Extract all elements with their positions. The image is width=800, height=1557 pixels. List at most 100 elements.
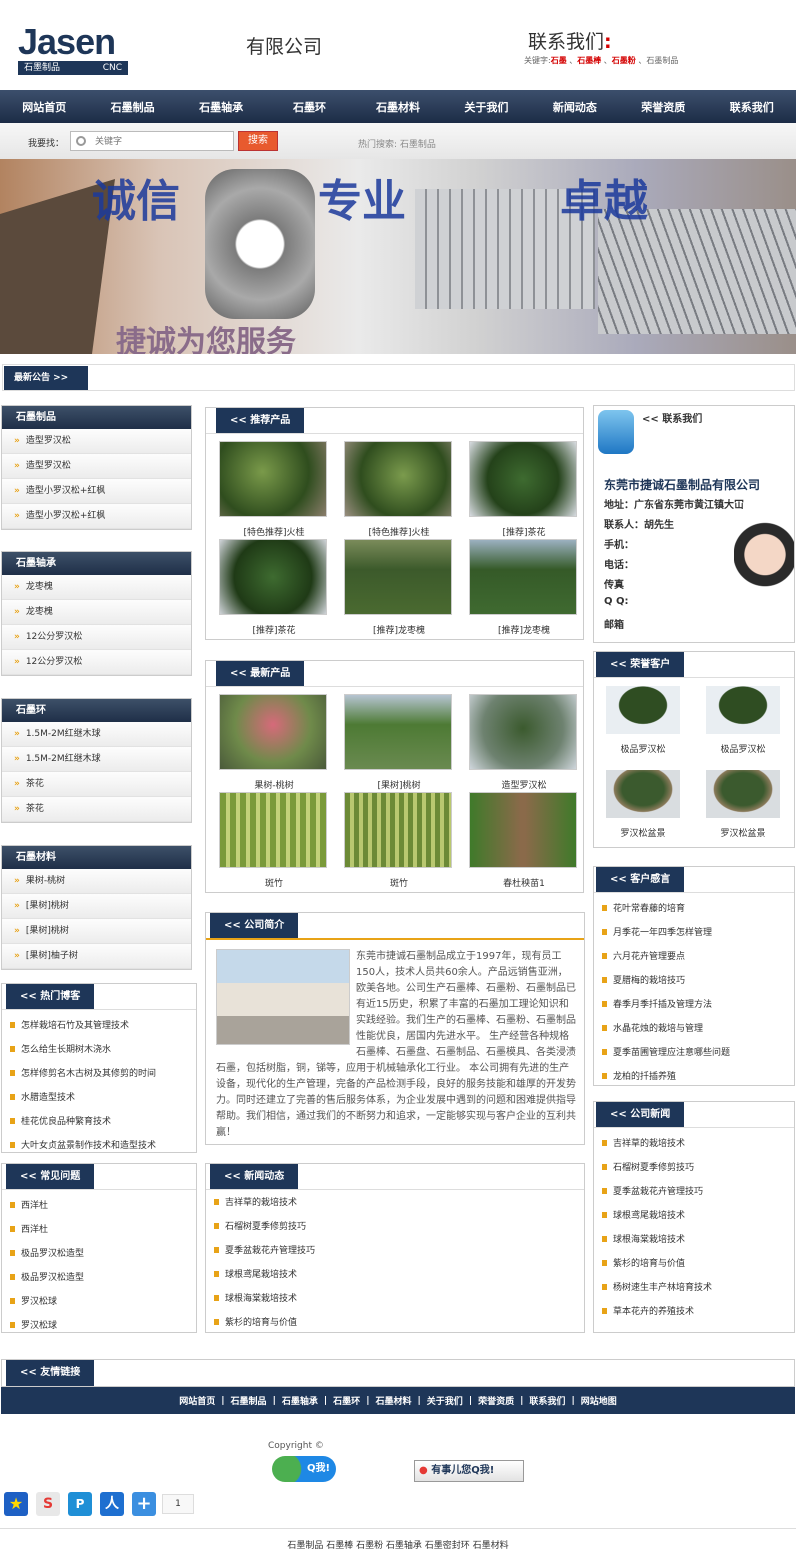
footer-link[interactable]: 联系我们 — [529, 1394, 565, 1407]
footer-link[interactable]: 网站地图 — [581, 1394, 617, 1407]
category-item[interactable]: » 果树-桃树 — [2, 869, 191, 894]
product-caption[interactable]: [推荐]茶花 — [462, 525, 586, 538]
product-image[interactable] — [469, 441, 577, 517]
client-caption[interactable]: 罗汉松盆景 — [698, 826, 788, 839]
list-item[interactable]: 水晶花烛的栽培与管理 — [602, 1021, 703, 1034]
category-item[interactable]: » 龙枣槐 — [2, 600, 191, 625]
client-caption[interactable]: 罗汉松盆景 — [598, 826, 688, 839]
nav-item-ring[interactable]: 石墨环 — [265, 99, 353, 115]
list-item[interactable]: 球根鸢尾栽培技术 — [602, 1208, 685, 1221]
footer-link[interactable]: 关于我们 — [427, 1394, 463, 1407]
category-item[interactable]: » [果树]桃树 — [2, 894, 191, 919]
list-item[interactable]: 月季花一年四季怎样管理 — [602, 925, 712, 938]
footer-link[interactable]: 石墨材料 — [375, 1394, 411, 1407]
product-image[interactable] — [219, 441, 327, 517]
list-item[interactable]: 石榴树夏季修剪技巧 — [602, 1160, 694, 1173]
list-item[interactable]: 草本花卉的养殖技术 — [602, 1304, 694, 1317]
product-image[interactable] — [469, 539, 577, 615]
list-item[interactable]: 夏季盆栽花卉管理技巧 — [214, 1243, 315, 1256]
qq-chat-button-2[interactable]: ● 有事儿您Q我! — [414, 1460, 524, 1482]
list-item[interactable]: 花叶常春藤的培育 — [602, 901, 685, 914]
weibo-share-icon[interactable]: S — [36, 1492, 60, 1516]
client-caption[interactable]: 极品罗汉松 — [698, 742, 788, 755]
client-image[interactable] — [706, 686, 780, 734]
category-item[interactable]: » 12公分罗汉松 — [2, 625, 191, 650]
footer-link[interactable]: 石墨环 — [333, 1394, 360, 1407]
footer-link[interactable]: 网站首页 — [179, 1394, 215, 1407]
nav-item-news[interactable]: 新闻动态 — [531, 99, 619, 115]
nav-item-material[interactable]: 石墨材料 — [354, 99, 442, 115]
list-item[interactable]: 怎样栽培石竹及其管理技术 — [10, 1018, 129, 1031]
list-item[interactable]: 紫杉的培育与价值 — [214, 1315, 297, 1328]
category-item[interactable]: » 造型小罗汉松+红枫 — [2, 504, 191, 529]
category-item[interactable]: » [果树]桃树 — [2, 919, 191, 944]
keyword-link[interactable]: 石墨 — [551, 56, 567, 65]
search-input[interactable] — [70, 131, 234, 151]
category-item[interactable]: » 龙枣槐 — [2, 575, 191, 600]
nav-item-about[interactable]: 关于我们 — [442, 99, 530, 115]
list-item[interactable]: 球根海棠栽培技术 — [602, 1232, 685, 1245]
list-item[interactable]: 龙柏的扦插养殖 — [602, 1069, 676, 1082]
list-item[interactable]: 西洋杜 — [10, 1222, 48, 1235]
product-image[interactable] — [469, 694, 577, 770]
nav-item-products[interactable]: 石墨制品 — [88, 99, 176, 115]
product-image[interactable] — [344, 792, 452, 868]
product-caption[interactable]: [特色推荐]火桂 — [337, 525, 461, 538]
product-image[interactable] — [219, 792, 327, 868]
qzone-share-icon[interactable]: ★ — [4, 1492, 28, 1516]
search-button[interactable]: 搜索 — [238, 131, 278, 151]
list-item[interactable]: 夏季盆栽花卉管理技巧 — [602, 1184, 703, 1197]
more-share-icon[interactable]: + — [132, 1492, 156, 1516]
keyword-link[interactable]: 石墨粉 — [612, 56, 636, 65]
qq-chat-button[interactable]: Q我! — [272, 1456, 336, 1482]
list-item[interactable]: 吉祥草的栽培技术 — [602, 1136, 685, 1149]
nav-item-honor[interactable]: 荣誉资质 — [619, 99, 707, 115]
list-item[interactable]: 水腊造型技术 — [10, 1090, 75, 1103]
list-item[interactable]: 怎样修剪名木古树及其修剪的时间 — [10, 1066, 156, 1079]
footer-link[interactable]: 荣誉资质 — [478, 1394, 514, 1407]
category-item[interactable]: » 1.5M-2M红继木球 — [2, 747, 191, 772]
category-item[interactable]: » 造型罗汉松 — [2, 429, 191, 454]
client-caption[interactable]: 极品罗汉松 — [598, 742, 688, 755]
nav-item-contact[interactable]: 联系我们 — [708, 99, 796, 115]
list-item[interactable]: 大叶女贞盆景制作技术和造型技术 — [10, 1138, 156, 1151]
client-image[interactable] — [606, 686, 680, 734]
tencent-weibo-share-icon[interactable]: P — [68, 1492, 92, 1516]
footer-link[interactable]: 石墨制品 — [231, 1394, 267, 1407]
list-item[interactable]: 球根鸢尾栽培技术 — [214, 1267, 297, 1280]
product-image[interactable] — [344, 694, 452, 770]
client-image[interactable] — [706, 770, 780, 818]
list-item[interactable]: 春季月季扦插及管理方法 — [602, 997, 712, 1010]
list-item[interactable]: 夏季苗圃管理应注意哪些问题 — [602, 1045, 730, 1058]
category-item[interactable]: » 造型罗汉松 — [2, 454, 191, 479]
category-item[interactable]: » 茶花 — [2, 797, 191, 822]
list-item[interactable]: 怎么给生长期树木浇水 — [10, 1042, 111, 1055]
list-item[interactable]: 夏腊梅的栽培技巧 — [602, 973, 685, 986]
logo[interactable]: Jasen — [18, 24, 116, 60]
renren-share-icon[interactable]: 人 — [100, 1492, 124, 1516]
category-item[interactable]: » [果树]柚子树 — [2, 944, 191, 969]
list-item[interactable]: 六月花卉管理要点 — [602, 949, 685, 962]
category-item[interactable]: » 1.5M-2M红继木球 — [2, 722, 191, 747]
product-image[interactable] — [219, 694, 327, 770]
client-image[interactable] — [606, 770, 680, 818]
category-item[interactable]: » 12公分罗汉松 — [2, 650, 191, 675]
category-item[interactable]: » 茶花 — [2, 772, 191, 797]
product-caption[interactable]: [推荐]龙枣槐 — [462, 623, 586, 636]
hot-search[interactable]: 热门搜索: 石墨制品 — [358, 137, 436, 150]
nav-item-bearing[interactable]: 石墨轴承 — [177, 99, 265, 115]
product-caption[interactable]: [果树]桃树 — [337, 778, 461, 791]
product-caption[interactable]: 斑竹 — [212, 876, 336, 889]
product-caption[interactable]: 斑竹 — [337, 876, 461, 889]
product-image[interactable] — [219, 539, 327, 615]
list-item[interactable]: 极品罗汉松造型 — [10, 1246, 84, 1259]
product-image[interactable] — [344, 539, 452, 615]
category-item[interactable]: » 造型小罗汉松+红枫 — [2, 479, 191, 504]
keyword-link[interactable]: 石墨制品 — [646, 56, 678, 65]
product-image[interactable] — [344, 441, 452, 517]
list-item[interactable]: 杨树速生丰产林培育技术 — [602, 1280, 712, 1293]
keyword-link[interactable]: 石墨棒 — [577, 56, 601, 65]
product-caption[interactable]: 春杜秧苗1 — [462, 876, 586, 889]
product-caption[interactable]: [推荐]茶花 — [212, 623, 336, 636]
nav-item-home[interactable]: 网站首页 — [0, 99, 88, 115]
